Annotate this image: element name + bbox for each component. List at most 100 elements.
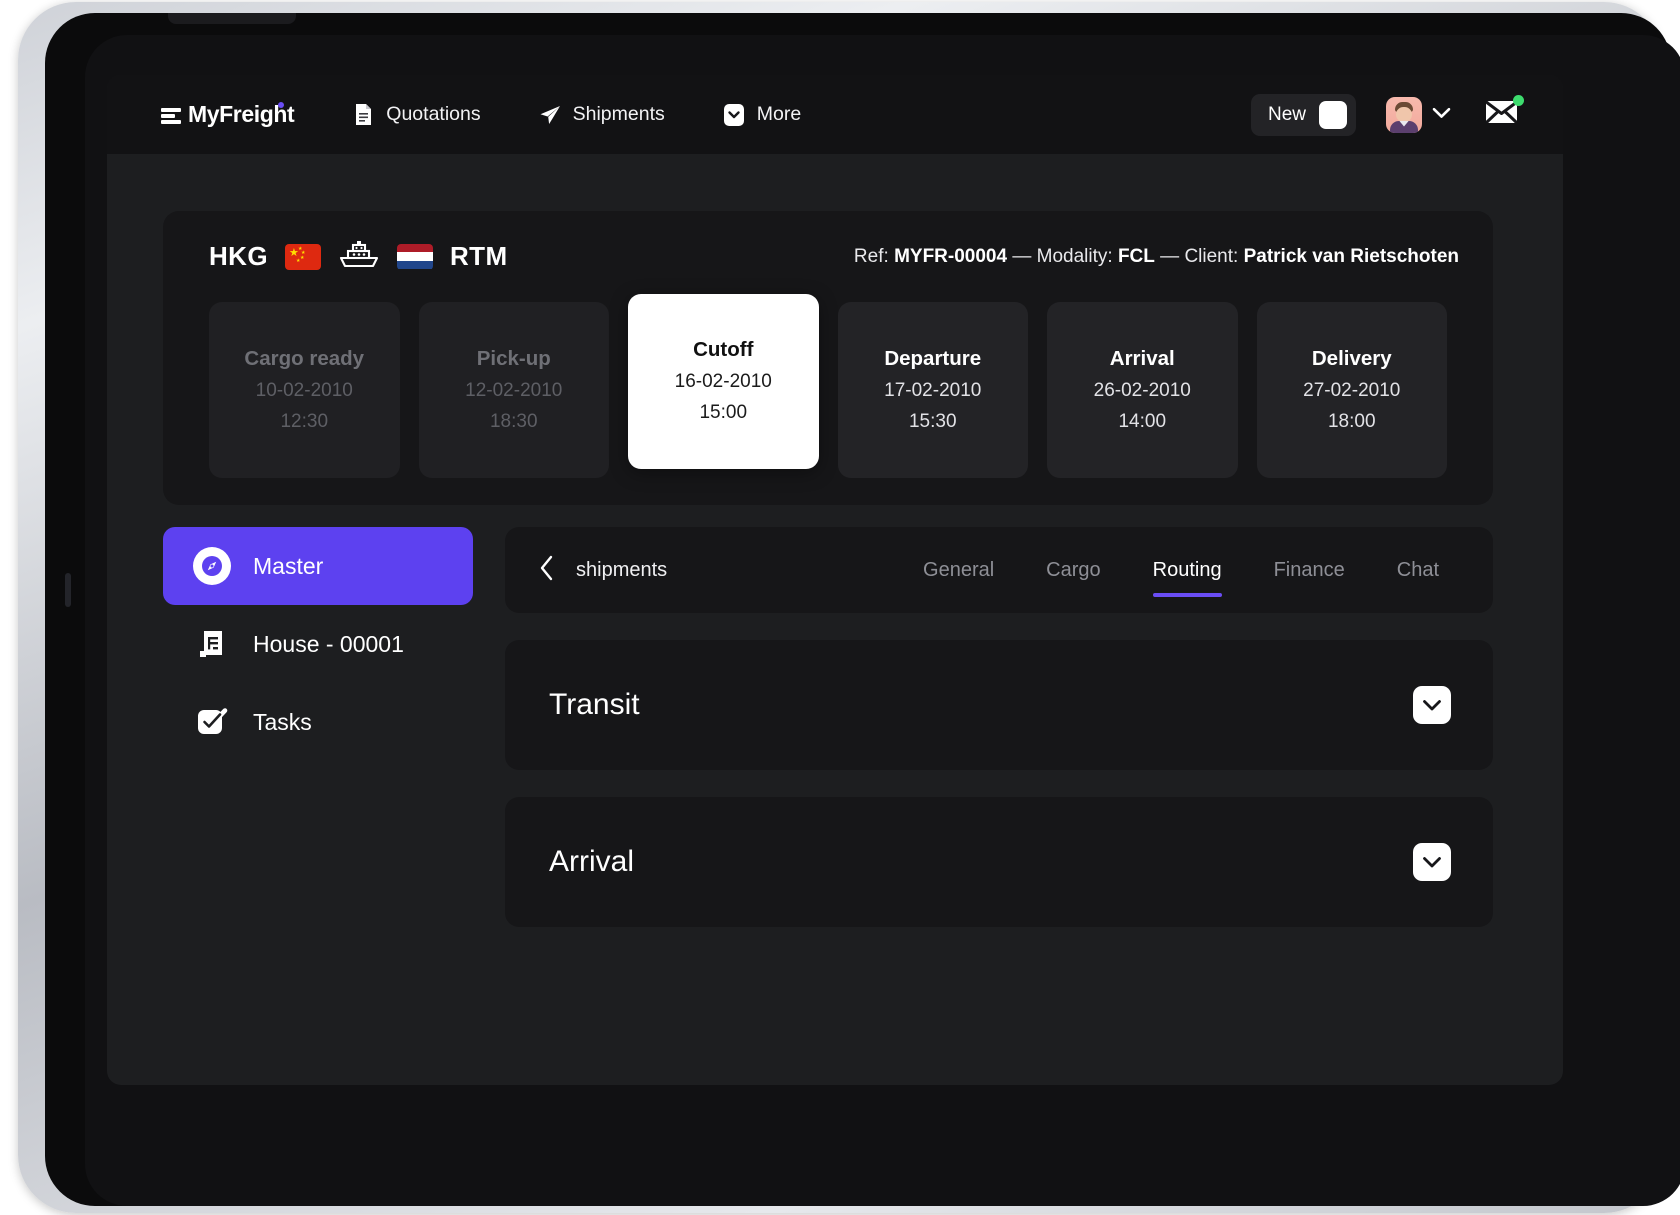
- client-value: Patrick van Rietschoten: [1244, 246, 1459, 267]
- top-navigation-bar: MyFreight Q: [107, 75, 1563, 154]
- plus-icon[interactable]: +: [1319, 101, 1347, 129]
- milestone-date: 27-02-2010: [1303, 380, 1400, 402]
- accordion-arrival[interactable]: Arrival: [505, 797, 1493, 927]
- shipment-meta: Ref: MYFR-00004 — Modality: FCL — Client…: [854, 246, 1459, 268]
- checkbox-checked-icon: [193, 703, 231, 741]
- milestone-date: 26-02-2010: [1094, 380, 1191, 402]
- shipment-header-top: HKG ★★★★★: [163, 211, 1493, 274]
- document-icon: [352, 103, 374, 127]
- milestone-date: 10-02-2010: [256, 380, 353, 402]
- chevron-down-icon: [1422, 856, 1442, 869]
- milestone-title: Cutoff: [693, 338, 753, 362]
- app-logo[interactable]: MyFreight: [161, 101, 294, 128]
- milestone-cargo-ready[interactable]: Cargo ready 10-02-2010 12:30: [209, 302, 400, 478]
- modality-value: FCL: [1118, 246, 1155, 267]
- accordion-expand-button[interactable]: [1413, 843, 1451, 881]
- accordion-expand-button[interactable]: [1413, 686, 1451, 724]
- milestone-time: 18:00: [1328, 411, 1376, 433]
- chevron-down-box-icon: [723, 103, 745, 127]
- paper-plane-icon: [539, 103, 561, 127]
- cn-flag-icon: ★★★★★: [285, 244, 321, 270]
- milestone-title: Cargo ready: [244, 347, 364, 371]
- modality-label: Modality:: [1037, 246, 1113, 267]
- milestone-title: Delivery: [1312, 347, 1392, 371]
- mail-icon: [1485, 113, 1521, 130]
- sidebar-item-tasks[interactable]: Tasks: [163, 683, 473, 761]
- milestone-title: Pick-up: [477, 347, 551, 371]
- milestone-arrival[interactable]: Arrival 26-02-2010 14:00: [1047, 302, 1238, 478]
- logo-mark-icon: [161, 106, 181, 124]
- nav-item-quotations[interactable]: Quotations: [352, 103, 480, 127]
- milestone-date: 17-02-2010: [884, 380, 981, 402]
- sidebar-item-label: House - 00001: [253, 631, 404, 658]
- tab-label: Routing: [1153, 559, 1222, 582]
- compass-icon: [193, 547, 231, 585]
- nav-item-label: Shipments: [573, 103, 665, 126]
- milestone-cutoff[interactable]: Cutoff 16-02-2010 15:00: [628, 294, 819, 469]
- content-panel: shipments General Cargo Routing: [505, 527, 1493, 927]
- tablet-body: MyFreight Q: [45, 13, 1671, 1206]
- milestone-timeline: Cargo ready 10-02-2010 12:30 Pick-up 12-…: [163, 274, 1493, 478]
- tablet-notch: [168, 13, 296, 24]
- back-label: shipments: [576, 559, 667, 582]
- content-tabbar: shipments General Cargo Routing: [505, 527, 1493, 613]
- tab-list: General Cargo Routing Finance: [897, 527, 1465, 613]
- messages-button[interactable]: [1485, 98, 1521, 131]
- left-rail: Master: [163, 527, 473, 761]
- ref-value: MYFR-00004: [894, 246, 1007, 267]
- milestone-time: 15:00: [699, 402, 747, 424]
- tablet-frame: MyFreight Q: [18, 2, 1662, 1213]
- user-menu[interactable]: [1386, 97, 1451, 133]
- app-screen: MyFreight Q: [107, 75, 1563, 1085]
- chevron-down-icon: [1422, 699, 1442, 712]
- ship-icon: [338, 239, 380, 274]
- tab-general[interactable]: General: [897, 527, 1020, 613]
- sidebar-item-label: Master: [253, 553, 323, 580]
- nav-item-label: More: [757, 103, 801, 126]
- new-button[interactable]: New +: [1251, 94, 1356, 136]
- tab-finance[interactable]: Finance: [1248, 527, 1371, 613]
- shipment-header-card: HKG ★★★★★: [163, 211, 1493, 505]
- meta-separator: —: [1012, 246, 1031, 267]
- chevron-left-icon: [539, 555, 554, 586]
- avatar: [1386, 97, 1422, 133]
- nav-item-more[interactable]: More: [723, 103, 801, 127]
- nav-item-shipments[interactable]: Shipments: [539, 103, 665, 127]
- top-nav-actions: New +: [1251, 75, 1521, 154]
- milestone-time: 18:30: [490, 411, 538, 433]
- route-summary: HKG ★★★★★: [209, 239, 508, 274]
- milestone-delivery[interactable]: Delivery 27-02-2010 18:00: [1257, 302, 1448, 478]
- milestone-date: 16-02-2010: [675, 371, 772, 393]
- milestone-pick-up[interactable]: Pick-up 12-02-2010 18:30: [419, 302, 610, 478]
- new-button-label: New: [1268, 104, 1306, 126]
- tablet-side-button: [65, 573, 71, 607]
- milestone-time: 15:30: [909, 411, 957, 433]
- back-to-shipments-button[interactable]: shipments: [539, 555, 667, 586]
- milestone-departure[interactable]: Departure 17-02-2010 15:30: [838, 302, 1029, 478]
- milestone-time: 12:30: [280, 411, 328, 433]
- document-list-icon: [193, 625, 231, 663]
- sidebar-item-label: Tasks: [253, 709, 312, 736]
- ref-label: Ref:: [854, 246, 889, 267]
- meta-separator: —: [1160, 246, 1179, 267]
- tab-label: Finance: [1274, 559, 1345, 582]
- nl-flag-icon: [397, 244, 433, 270]
- milestone-time: 14:00: [1118, 411, 1166, 433]
- tab-routing[interactable]: Routing: [1127, 527, 1248, 613]
- tab-label: Cargo: [1046, 559, 1100, 582]
- tab-label: General: [923, 559, 994, 582]
- destination-code: RTM: [450, 241, 508, 272]
- milestone-title: Arrival: [1110, 347, 1175, 371]
- tab-cargo[interactable]: Cargo: [1020, 527, 1126, 613]
- accordion-transit[interactable]: Transit: [505, 640, 1493, 770]
- tab-chat[interactable]: Chat: [1371, 527, 1465, 613]
- sidebar-item-master[interactable]: Master: [163, 527, 473, 605]
- client-label: Client:: [1184, 246, 1238, 267]
- notification-badge-dot: [1513, 95, 1524, 106]
- milestone-title: Departure: [884, 347, 981, 371]
- nav-item-label: Quotations: [386, 103, 480, 126]
- chevron-down-icon: [1432, 106, 1451, 124]
- tab-label: Chat: [1397, 559, 1439, 582]
- accordion-title: Transit: [549, 688, 640, 722]
- sidebar-item-house[interactable]: House - 00001: [163, 605, 473, 683]
